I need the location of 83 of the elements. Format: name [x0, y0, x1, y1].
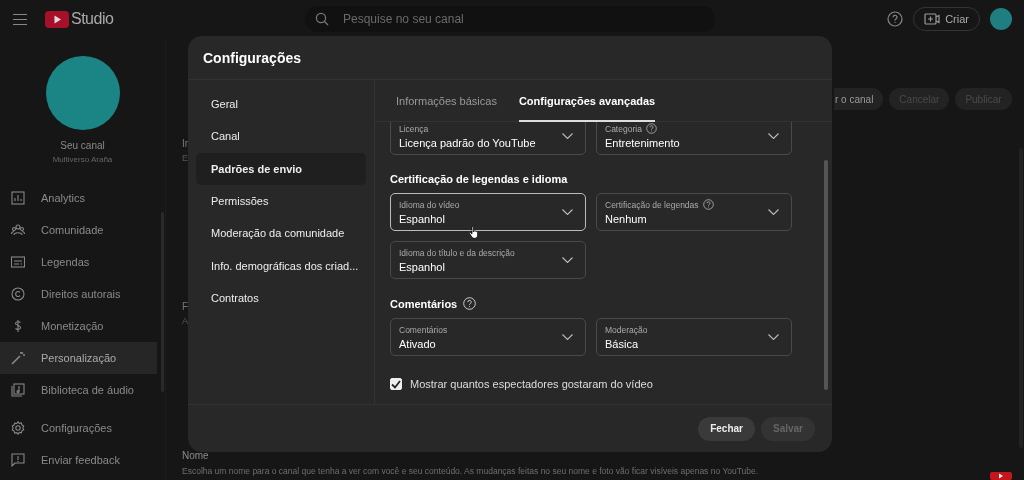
checkbox[interactable]: [390, 378, 402, 390]
brand-name: Studio: [71, 10, 114, 28]
field-value: Básica: [605, 337, 640, 350]
settings-nav-item[interactable]: Canal: [196, 120, 366, 153]
settings-icon: [11, 421, 25, 435]
play-logo-icon: [990, 472, 1012, 480]
section-title: F: [182, 301, 189, 312]
field-label: Licença: [399, 123, 429, 134]
chevron-down-icon: [562, 334, 573, 340]
dropdown-field[interactable]: Certificação de legendas Nenhum: [596, 193, 792, 231]
field-value: Ativado: [399, 337, 437, 350]
field-value: Entretenimento: [605, 137, 681, 149]
dropdown-field[interactable]: Categoria Entretenimento: [596, 122, 792, 155]
section-heading: Comentários: [390, 297, 458, 310]
chevron-down-icon: [562, 257, 573, 263]
channel-name: Multiverso Araña: [52, 155, 113, 164]
play-logo-icon: [45, 10, 69, 28]
channel-title: Seu canal: [60, 140, 105, 151]
search-input[interactable]: Pesquise no seu canal: [341, 11, 705, 27]
field-label: Idioma do título e da descrição: [399, 247, 515, 258]
section-title: Ir: [182, 138, 189, 149]
settings-nav-item[interactable]: Moderação da comunidade: [196, 217, 366, 250]
dropdown-field[interactable]: Idioma do título e da descrição Espanhol: [390, 241, 586, 279]
sidebar-item[interactable]: Biblioteca de áudio: [0, 374, 157, 406]
sidebar-item[interactable]: Configurações: [0, 412, 157, 444]
avatar[interactable]: [990, 8, 1012, 30]
field-label: Certificação de legendas: [605, 199, 699, 210]
section-description: Escolha um nome para o canal que tenha a ver com você e seu conteúdo. As mudanças feitas no seu nome e foto vão ficar visíveis apenas no YouTube.: [182, 466, 759, 476]
tab[interactable]: Informações básicas: [396, 80, 497, 122]
field-value: Licença padrão do YouTube: [399, 136, 537, 149]
copyright-icon: [11, 287, 25, 301]
dialog-button[interactable]: Fechar: [698, 416, 755, 441]
sidebar-item[interactable]: Analytics: [0, 182, 157, 214]
dialog-title: Configurações: [203, 49, 301, 66]
section-text: E: [182, 153, 189, 163]
chevron-down-icon: [562, 209, 573, 215]
help-icon[interactable]: [645, 123, 657, 134]
chevron-down-icon: [768, 209, 779, 215]
field-label: Comentários: [399, 324, 448, 335]
chevron-down-icon: [768, 334, 779, 340]
settings-nav-item[interactable]: Contratos: [196, 281, 366, 315]
search-field[interactable]: Pesquise no seu canal: [305, 6, 715, 32]
music-library-icon: [11, 383, 25, 397]
settings-nav-item[interactable]: Info. demográficas dos criad...: [196, 249, 366, 282]
search-icon: [315, 12, 329, 26]
sidebar-item[interactable]: Enviar feedback: [0, 444, 157, 476]
video-add-icon: [924, 13, 941, 25]
magic-wand-icon: [11, 351, 25, 365]
help-icon[interactable]: [702, 199, 714, 210]
help-icon[interactable]: [463, 297, 477, 310]
feedback-icon: [11, 453, 25, 467]
section-title: Nome: [182, 450, 210, 461]
dropdown-field[interactable]: Moderação Básica: [596, 318, 792, 356]
field-label: Categoria: [605, 123, 642, 134]
field-label: Idioma do vídeo: [399, 199, 460, 210]
bar-chart-icon: [11, 191, 25, 205]
sidebar-item[interactable]: Legendas: [0, 246, 157, 278]
menu-icon[interactable]: [13, 13, 27, 25]
action-button[interactable]: r o canal: [834, 88, 884, 110]
settings-nav-item[interactable]: Permissões: [196, 184, 366, 218]
field-value: Nenhum: [605, 213, 648, 225]
subtitles-icon: [11, 255, 25, 269]
field-value: Espanhol: [399, 212, 446, 225]
sidebar-item[interactable]: Monetização: [0, 310, 157, 342]
dropdown-field[interactable]: Idioma do vídeo Espanhol: [390, 193, 586, 231]
field-value: Espanhol: [399, 260, 446, 273]
tab[interactable]: Configurações avançadas: [518, 80, 656, 122]
sidebar-item[interactable]: Comunidade: [0, 214, 157, 246]
sidebar-item[interactable]: Direitos autorais: [0, 278, 157, 310]
chevron-down-icon: [768, 133, 779, 139]
section-heading: Certificação de legendas e idioma: [390, 173, 568, 185]
people-icon: [11, 223, 25, 237]
settings-nav-item[interactable]: Padrões de envio: [196, 152, 366, 185]
dropdown-field[interactable]: Comentários Ativado: [390, 318, 586, 356]
chevron-down-icon: [562, 133, 573, 139]
dropdown-field[interactable]: Licença Licença padrão do YouTube: [390, 122, 586, 155]
hand-pointer-icon: [469, 226, 479, 239]
sidebar-item[interactable]: Personalização: [0, 342, 157, 374]
checkbox-label: Mostrar quantos espectadores gostaram do vídeo: [410, 378, 653, 390]
settings-nav-item[interactable]: Geral: [196, 88, 366, 121]
field-label: Moderação: [605, 324, 648, 335]
dialog-scrollbar[interactable]: [824, 160, 828, 390]
help-icon[interactable]: [887, 11, 904, 27]
